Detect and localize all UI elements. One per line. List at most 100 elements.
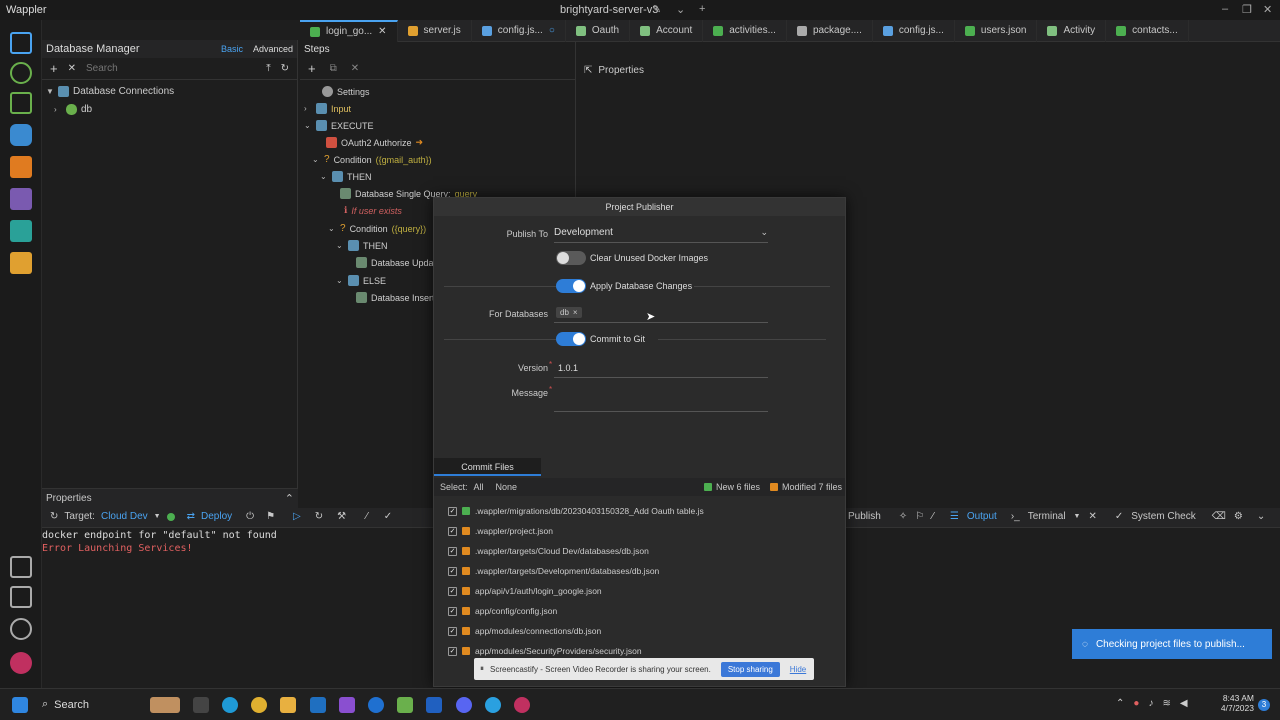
db-chip[interactable]: db ×: [556, 307, 582, 318]
plus-icon[interactable]: +: [699, 3, 705, 15]
clipboard-icon[interactable]: [10, 252, 32, 274]
close-icon[interactable]: ✕: [1088, 511, 1096, 522]
tab-3[interactable]: Oauth: [566, 19, 631, 42]
volume-icon[interactable]: ◀: [1180, 698, 1188, 709]
step-oauth[interactable]: OAuth2 Authorize ➜: [326, 137, 423, 148]
tab-7[interactable]: config.js...: [873, 19, 955, 42]
remove-chip-icon[interactable]: ×: [573, 308, 578, 317]
stack-icon[interactable]: [397, 697, 413, 713]
file-row[interactable]: ✓ app/modules/SecurityProviders/security.…: [448, 646, 642, 656]
thumbs-up-icon[interactable]: ⚐: [915, 511, 924, 522]
file-row[interactable]: ✓ app/config/config.json: [448, 606, 557, 616]
file-explorer-icon[interactable]: [280, 697, 296, 713]
maximize-button[interactable]: ❐: [1242, 3, 1252, 16]
tab-2[interactable]: config.js... ○: [472, 19, 566, 42]
deploy-button[interactable]: Deploy: [201, 511, 232, 522]
add-icon[interactable]: +: [50, 61, 58, 76]
edit-icon[interactable]: ✎: [652, 3, 661, 16]
add-step-icon[interactable]: +: [308, 61, 316, 76]
git-icon[interactable]: [10, 62, 32, 84]
chevron-up-icon[interactable]: ⌃: [1116, 698, 1124, 709]
step-condition[interactable]: ⌄? Condition ({gmail_auth}): [312, 154, 432, 165]
windows-start-icon[interactable]: [12, 697, 28, 713]
gear-icon[interactable]: [10, 618, 32, 640]
close-icon[interactable]: ✕: [378, 26, 386, 37]
app-store-icon[interactable]: [426, 697, 442, 713]
notification-badge[interactable]: 3: [1258, 699, 1270, 711]
refresh-icon[interactable]: ↻: [50, 511, 58, 522]
discord-icon[interactable]: [456, 697, 472, 713]
step-settings[interactable]: Settings: [310, 86, 370, 97]
edge-icon[interactable]: [222, 697, 238, 713]
tab-1[interactable]: server.js: [398, 19, 472, 42]
expand-icon[interactable]: ⇱: [584, 65, 592, 76]
checkbox[interactable]: ✓: [448, 506, 457, 516]
publish-button[interactable]: Publish: [848, 511, 881, 522]
file-row[interactable]: ✓ app/modules/connections/db.json: [448, 626, 601, 636]
restart-icon[interactable]: ↻: [315, 511, 323, 522]
brush-icon[interactable]: ⁄: [932, 511, 934, 522]
file-row[interactable]: ✓ .wappler/project.json: [448, 526, 553, 536]
brush-icon[interactable]: ⁄: [366, 511, 368, 522]
step-then-2[interactable]: ⌄ THEN: [336, 240, 388, 251]
chevron-down-icon[interactable]: ▼: [1074, 513, 1081, 520]
wappler-taskbar-icon[interactable]: [514, 697, 530, 713]
collapse-all-icon[interactable]: ⤒: [266, 63, 270, 74]
tree-item-connections[interactable]: ▼ Database Connections: [42, 82, 297, 100]
publish-to-select[interactable]: Development ⌄: [554, 227, 768, 238]
message-textarea[interactable]: [554, 388, 768, 412]
wifi-icon[interactable]: ≋: [1162, 698, 1170, 709]
outlook-icon[interactable]: [310, 697, 326, 713]
file-row[interactable]: ✓ .wappler/migrations/db/20230403150328_A…: [448, 506, 704, 516]
tab-5[interactable]: activities...: [703, 19, 787, 42]
clear-docker-toggle[interactable]: [556, 251, 586, 265]
tab-6[interactable]: package....: [787, 19, 873, 42]
server-actions-icon[interactable]: [10, 156, 32, 178]
step-then[interactable]: ⌄ THEN: [320, 171, 372, 182]
checkbox[interactable]: ✓: [448, 646, 457, 656]
step-db-insert[interactable]: Database Insert: [356, 292, 435, 303]
select-none-button[interactable]: None: [496, 482, 518, 492]
taskbar-search[interactable]: ⌕ Search: [42, 698, 89, 711]
clock[interactable]: 8:43 AM 4/7/2023: [1218, 693, 1254, 713]
tab-8[interactable]: users.json: [955, 19, 1038, 42]
microphone-icon[interactable]: ♪: [1148, 698, 1153, 709]
basic-mode-button[interactable]: Basic: [221, 44, 243, 54]
checkbox[interactable]: ✓: [448, 586, 457, 596]
system-check-button[interactable]: System Check: [1131, 511, 1195, 522]
chrome-icon[interactable]: [251, 697, 267, 713]
step-comment[interactable]: ℹ If user exists: [344, 205, 402, 216]
widget-icon[interactable]: [150, 697, 180, 713]
layers-icon[interactable]: [10, 220, 32, 242]
app-icon[interactable]: [368, 697, 384, 713]
tools-icon[interactable]: ⚒: [337, 511, 346, 522]
checkbox[interactable]: ✓: [448, 606, 457, 616]
tab-9[interactable]: Activity: [1037, 19, 1107, 42]
step-execute[interactable]: ⌄ EXECUTE: [304, 120, 374, 131]
clear-icon[interactable]: ✕: [68, 63, 76, 74]
resources-icon[interactable]: [10, 586, 32, 608]
delete-icon[interactable]: ✕: [351, 63, 359, 74]
commit-files-tab[interactable]: Commit Files: [434, 458, 541, 476]
play-icon[interactable]: ▷: [293, 511, 301, 522]
search-input[interactable]: [85, 63, 236, 74]
output-tab[interactable]: Output: [967, 511, 997, 522]
settings-icon[interactable]: ⚙: [1234, 511, 1243, 522]
record-icon[interactable]: ●: [1133, 698, 1139, 709]
twitch-icon[interactable]: [339, 697, 355, 713]
version-input[interactable]: 1.0.1: [558, 363, 578, 373]
chevron-up-icon[interactable]: ⌃: [285, 492, 294, 505]
telegram-icon[interactable]: [485, 697, 501, 713]
check-circle-icon[interactable]: ✓: [384, 511, 392, 522]
pages-icon[interactable]: [10, 32, 32, 54]
copy-icon[interactable]: ⧉: [330, 63, 337, 74]
tab-0[interactable]: login_go... ✕: [300, 19, 398, 42]
extensions-icon[interactable]: [10, 556, 32, 578]
stop-sharing-button[interactable]: Stop sharing: [720, 661, 780, 677]
target-select[interactable]: Cloud Dev: [101, 511, 148, 522]
chevron-down-icon[interactable]: ⌄: [1257, 511, 1265, 522]
wappler-pro-icon[interactable]: [10, 652, 32, 674]
file-row[interactable]: ✓ .wappler/targets/Development/databases/…: [448, 566, 659, 576]
magic-icon[interactable]: ✧: [899, 511, 907, 522]
eraser-icon[interactable]: ⌫: [1212, 511, 1226, 522]
